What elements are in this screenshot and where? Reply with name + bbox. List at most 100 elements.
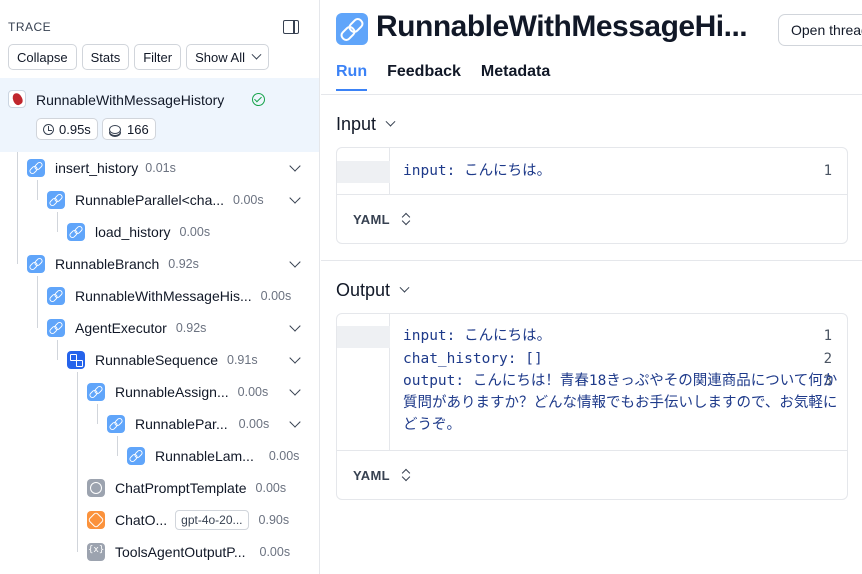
chevron-down-icon[interactable] bbox=[289, 384, 301, 396]
tree-node[interactable]: ChatO... gpt-4o-20... 0.90s bbox=[87, 508, 289, 532]
panel-toggle-icon[interactable] bbox=[283, 20, 299, 34]
page-title: RunnableWithMessageHi... bbox=[376, 10, 748, 43]
trace-panel: TRACE Collapse Stats Filter Show All Run… bbox=[0, 0, 320, 574]
node-name: load_history bbox=[95, 224, 171, 240]
chevron-down-icon[interactable] bbox=[289, 352, 301, 364]
output-section-title: Output bbox=[336, 280, 391, 300]
latency-badge: 0.95s bbox=[36, 118, 98, 140]
node-time: 0.92s bbox=[168, 257, 199, 271]
filter-button[interactable]: Filter bbox=[134, 44, 182, 70]
code-line: input: こんにちは。 bbox=[403, 325, 551, 347]
openai-icon bbox=[87, 511, 105, 529]
tree-node[interactable]: RunnableLam... 0.00s bbox=[127, 444, 299, 468]
link-icon bbox=[87, 383, 105, 401]
node-time: 0.01s bbox=[145, 161, 176, 175]
node-time: 0.92s bbox=[175, 321, 207, 335]
open-thread-button[interactable]: Open thread bbox=[778, 14, 862, 46]
output-code-box: 1 2 3 input: こんにちは。 chat_history: [] out… bbox=[336, 313, 848, 500]
link-icon bbox=[47, 191, 65, 209]
stats-button[interactable]: Stats bbox=[81, 44, 130, 70]
code-viewer[interactable]: 1 input: こんにちは。 bbox=[337, 148, 847, 195]
link-icon bbox=[47, 287, 65, 305]
yaml-key: input: bbox=[403, 163, 456, 179]
output-section-toggle[interactable]: Output bbox=[336, 280, 410, 301]
node-name: RunnableAssign... bbox=[115, 384, 229, 400]
collapse-button[interactable]: Collapse bbox=[8, 44, 77, 70]
input-section-toggle[interactable]: Input bbox=[336, 114, 396, 135]
tree-node[interactable]: RunnableParallel<cha... 0.00s bbox=[47, 188, 264, 212]
tree-guide bbox=[57, 340, 58, 360]
code-line: chat_history: [] bbox=[403, 348, 543, 370]
tree-node[interactable]: load_history 0.00s bbox=[67, 220, 210, 244]
link-icon bbox=[47, 319, 65, 337]
chevron-down-icon[interactable] bbox=[289, 416, 301, 428]
chevron-down-icon[interactable] bbox=[289, 256, 301, 268]
run-detail-panel: RunnableWithMessageHi... Open thread Run… bbox=[321, 0, 862, 574]
code-viewer[interactable]: 1 2 3 input: こんにちは。 chat_history: [] out… bbox=[337, 314, 847, 451]
link-icon bbox=[336, 13, 368, 45]
node-name: RunnableBranch bbox=[55, 256, 160, 272]
input-code-box: 1 input: こんにちは。 YAML bbox=[336, 147, 848, 244]
input-section-title: Input bbox=[336, 114, 377, 134]
tree-guide bbox=[17, 152, 18, 264]
node-time: 0.00s bbox=[238, 417, 270, 431]
format-label: YAML bbox=[353, 467, 390, 483]
tree-node[interactable]: AgentExecutor 0.92s bbox=[47, 316, 206, 340]
node-name: RunnableLam... bbox=[155, 448, 254, 464]
parrot-logo-icon bbox=[8, 90, 26, 108]
format-selector[interactable]: YAML bbox=[337, 195, 847, 243]
format-selector[interactable]: YAML bbox=[337, 451, 847, 499]
tab-metadata[interactable]: Metadata bbox=[481, 63, 550, 91]
yaml-key: chat_history: bbox=[403, 351, 517, 367]
token-count: 166 bbox=[127, 121, 149, 137]
link-icon bbox=[27, 159, 45, 177]
line-number: 1 bbox=[823, 163, 832, 179]
tree-node[interactable]: RunnableSequence 0.91s bbox=[67, 348, 258, 372]
chevron-down-icon[interactable] bbox=[289, 192, 301, 204]
active-line bbox=[337, 326, 390, 348]
node-name: AgentExecutor bbox=[75, 320, 167, 336]
prompt-icon bbox=[87, 479, 105, 497]
divider bbox=[321, 260, 862, 261]
latency-value: 0.95s bbox=[59, 121, 91, 137]
node-time: 0.00s bbox=[259, 545, 291, 559]
node-name: RunnablePar... bbox=[135, 416, 228, 432]
tree-node[interactable]: RunnableWithMessageHis... 0.00s bbox=[47, 284, 291, 308]
tree-node[interactable]: RunnablePar... 0.00s bbox=[107, 412, 269, 436]
node-time: 0.90s bbox=[258, 513, 290, 527]
chevron-down-icon bbox=[399, 282, 410, 293]
show-all-dropdown[interactable]: Show All bbox=[186, 44, 269, 70]
chevron-up-down-icon bbox=[402, 469, 410, 481]
tree-node[interactable]: ChatPromptTemplate 0.00s bbox=[87, 476, 286, 500]
format-label: YAML bbox=[353, 211, 390, 227]
chevron-down-icon[interactable] bbox=[289, 160, 301, 172]
tree-node[interactable]: RunnableAssign... 0.00s bbox=[87, 380, 268, 404]
tree-node[interactable]: RunnableBranch 0.92s bbox=[27, 252, 199, 276]
node-time: 0.00s bbox=[255, 481, 287, 495]
chevron-down-icon bbox=[385, 116, 396, 127]
divider bbox=[321, 94, 862, 95]
node-name: ToolsAgentOutputP... bbox=[115, 544, 246, 560]
collapse-button-label: Collapse bbox=[17, 49, 68, 65]
chevron-down-icon[interactable] bbox=[289, 320, 301, 332]
tab-run[interactable]: Run bbox=[336, 63, 368, 91]
tree-node[interactable]: insert_history 0.01s bbox=[27, 156, 176, 180]
model-badge: gpt-4o-20... bbox=[175, 510, 249, 530]
tree-node[interactable]: ToolsAgentOutputP... 0.00s bbox=[87, 540, 290, 564]
parser-icon bbox=[87, 543, 105, 561]
yaml-key: output: bbox=[403, 373, 465, 389]
tree-guide bbox=[77, 372, 78, 552]
node-time: 0.91s bbox=[227, 353, 258, 367]
tree-guide bbox=[57, 212, 58, 232]
node-name: ChatO... bbox=[115, 512, 168, 528]
trace-root-row[interactable]: RunnableWithMessageHistory 0.95s 166 bbox=[0, 78, 319, 152]
tab-feedback[interactable]: Feedback bbox=[387, 63, 461, 91]
yaml-value: [] bbox=[525, 351, 543, 367]
tree-guide bbox=[97, 404, 98, 424]
node-name: RunnableSequence bbox=[95, 352, 218, 368]
line-number: 2 bbox=[823, 351, 832, 367]
chevron-down-icon bbox=[251, 49, 262, 60]
link-icon bbox=[67, 223, 85, 241]
link-icon bbox=[27, 255, 45, 273]
chevron-up-down-icon bbox=[402, 213, 410, 225]
